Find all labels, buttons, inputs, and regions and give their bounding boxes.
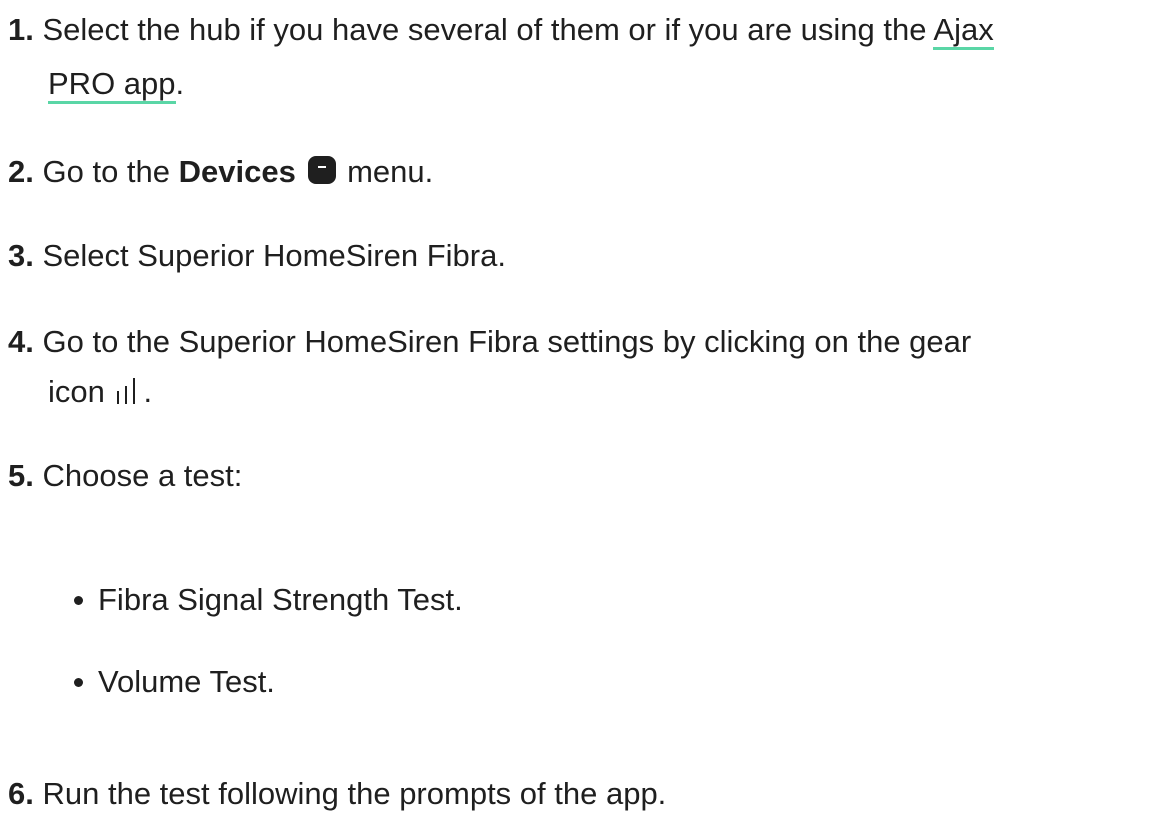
step-number: 1. <box>8 12 34 47</box>
step-text-end: . <box>143 374 153 409</box>
step-number: 2. <box>8 154 34 189</box>
step-text: Select Superior HomeSiren Fibra. <box>42 238 506 273</box>
bullet-item: Volume Test. <box>74 655 275 709</box>
step-1-continued: PRO app. <box>48 57 1154 111</box>
ajax-pro-app-link-continued[interactable]: PRO app <box>48 66 176 104</box>
step-text: Go to the Superior HomeSiren Fibra setti… <box>42 324 972 359</box>
gear-icon <box>113 378 143 404</box>
step-text: Select the hub if you have several of th… <box>42 12 934 47</box>
step-3: 3. Select Superior HomeSiren Fibra. <box>8 229 1148 283</box>
step-text-end: menu. <box>338 154 434 189</box>
step-text-end: . <box>175 66 185 101</box>
step-4-continued: icon . <box>48 365 1154 419</box>
devices-label: Devices <box>178 154 296 189</box>
step-5: 5. Choose a test: <box>8 449 1148 503</box>
step-6: 6. Run the test following the prompts of… <box>8 767 1148 821</box>
step-number: 5. <box>8 458 34 493</box>
step-1: 1. Select the hub if you have several of… <box>8 3 1148 57</box>
step-text: Run the test following the prompts of th… <box>42 776 667 811</box>
step-text: Choose a test: <box>42 458 243 493</box>
devices-icon <box>308 156 337 184</box>
step-4: 4. Go to the Superior HomeSiren Fibra se… <box>8 315 1148 369</box>
bullet-item: Fibra Signal Strength Test. <box>74 573 463 627</box>
step-number: 4. <box>8 324 34 359</box>
step-text: icon <box>48 374 114 409</box>
step-number: 6. <box>8 776 34 811</box>
step-text: Go to the <box>42 154 179 189</box>
step-number: 3. <box>8 238 34 273</box>
ajax-pro-app-link[interactable]: Ajax <box>933 12 994 50</box>
step-2: 2. Go to the Devices menu. <box>8 145 1148 199</box>
